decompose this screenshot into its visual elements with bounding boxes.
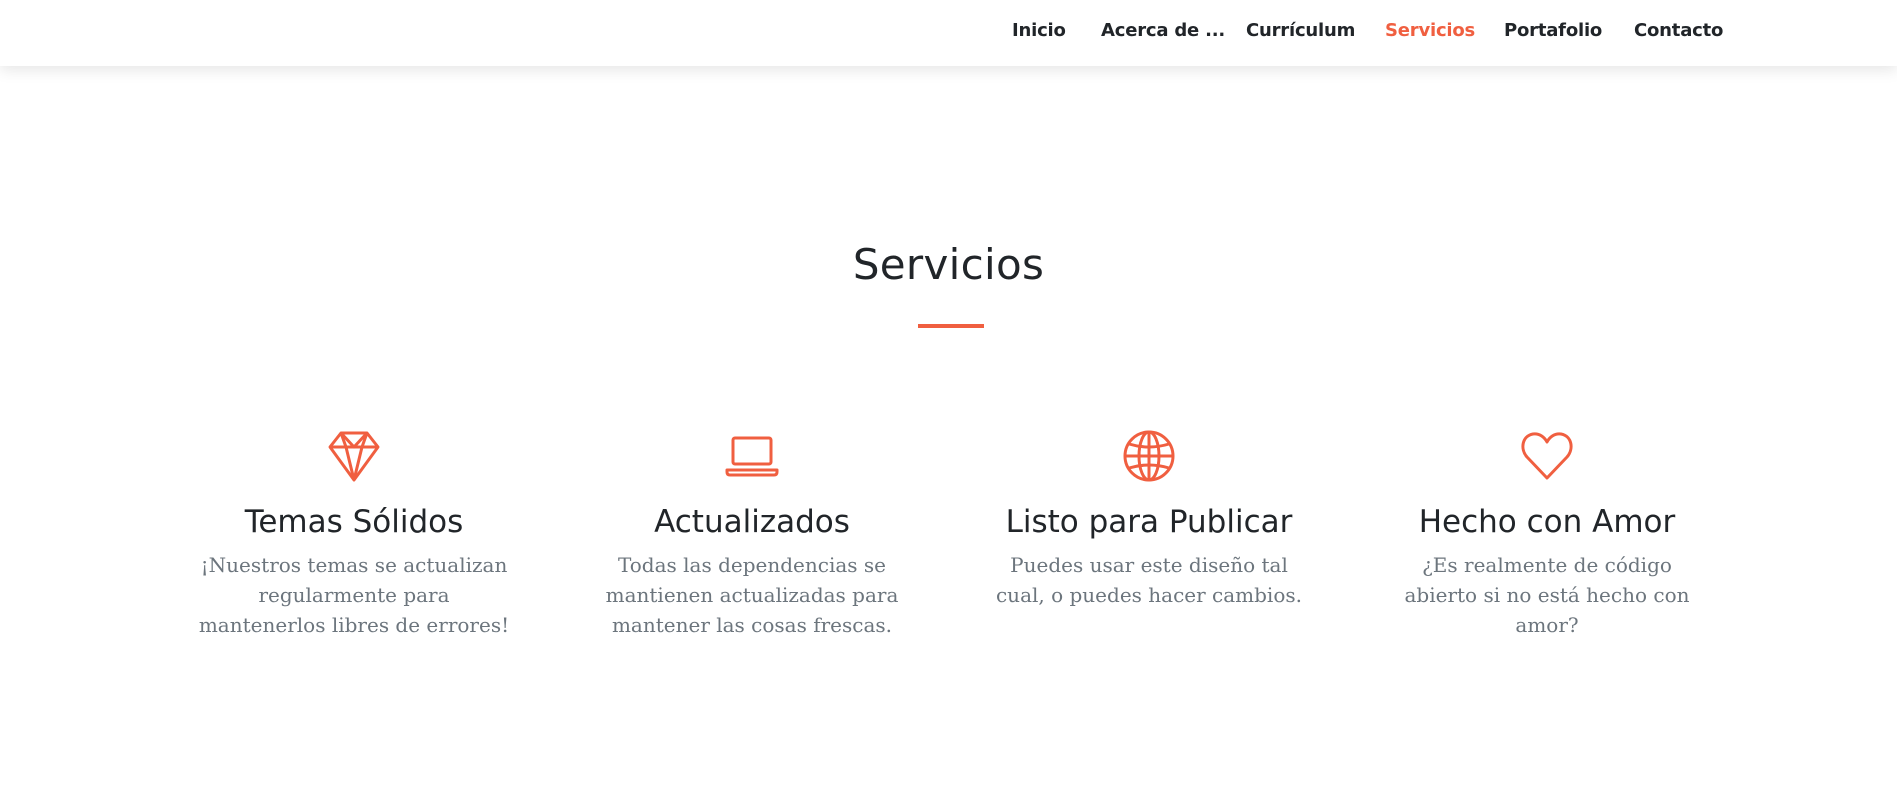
nav-item-contacto[interactable]: Contacto — [1634, 20, 1723, 41]
nav-item-servicios[interactable]: Servicios — [1385, 20, 1475, 41]
service-item-actualizados: Actualizados Todas las dependencias se m… — [582, 428, 922, 640]
globe-icon — [1123, 430, 1175, 482]
service-title: Temas Sólidos — [244, 504, 464, 540]
service-description: ¡Nuestros temas se actualizan regularmen… — [198, 553, 510, 637]
service-item-listo-para-publicar: Listo para Publicar Puedes usar este dis… — [979, 428, 1319, 610]
section-title: Servicios — [852, 240, 1045, 289]
service-title: Actualizados — [654, 504, 850, 540]
nav-item-curriculum[interactable]: Currículum — [1246, 20, 1355, 41]
service-item-temas-solidos: Temas Sólidos ¡Nuestros temas se actuali… — [184, 428, 524, 640]
title-divider — [918, 324, 984, 328]
service-title: Listo para Publicar — [1005, 504, 1293, 540]
service-title: Hecho con Amor — [1418, 504, 1676, 540]
laptop-icon — [725, 436, 779, 477]
nav-item-inicio[interactable]: Inicio — [1012, 20, 1066, 41]
service-description: Todas las dependencias se mantienen actu… — [605, 553, 899, 637]
service-description: Puedes usar este diseño tal cual, o pued… — [995, 553, 1302, 607]
heart-icon — [1521, 432, 1573, 480]
nav-item-acerca[interactable]: Acerca de ... — [1101, 20, 1225, 41]
navbar: Inicio Acerca de ... Currículum Servicio… — [0, 0, 1897, 66]
diamond-icon — [328, 431, 380, 482]
service-description: ¿Es realmente de código abierto si no es… — [1404, 553, 1690, 637]
service-item-hecho-con-amor: Hecho con Amor ¿Es realmente de código a… — [1377, 428, 1717, 640]
nav-item-portafolio[interactable]: Portafolio — [1504, 20, 1602, 41]
